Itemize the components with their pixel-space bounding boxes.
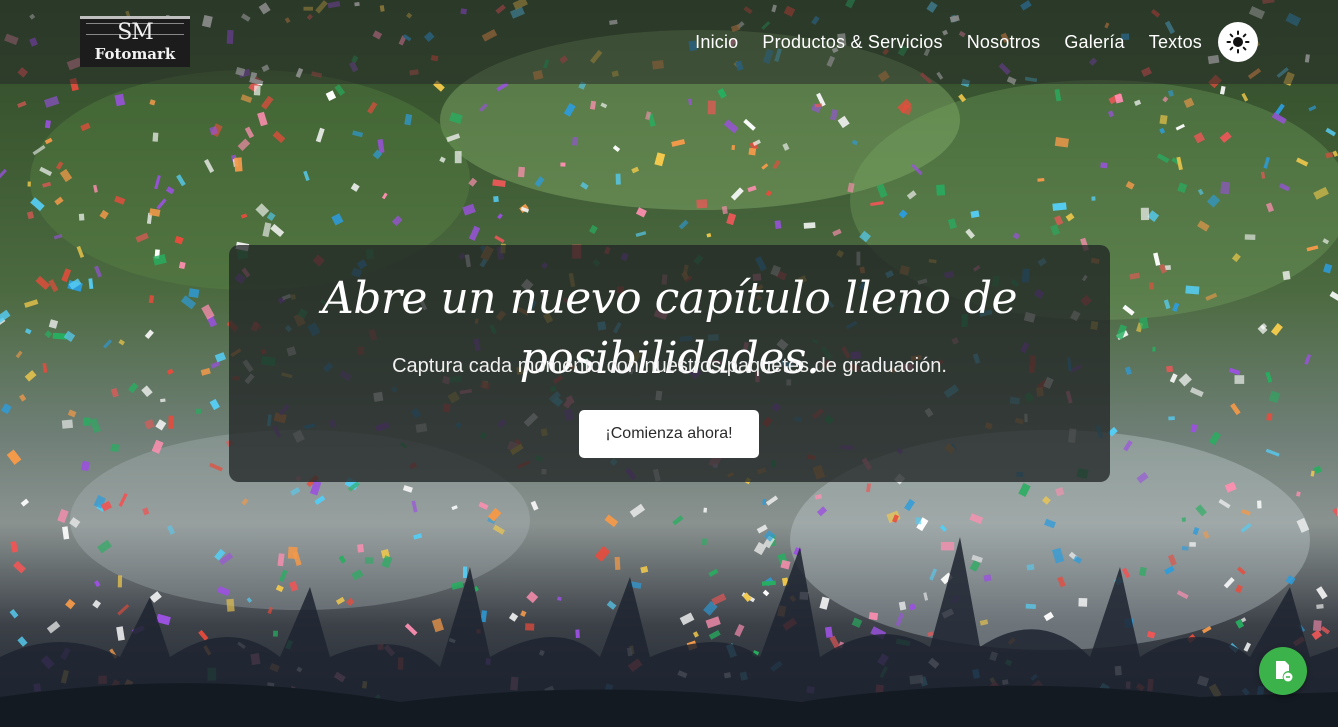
main-navigation: Inicio Productos & Servicios Nosotros Ga… <box>695 29 1202 55</box>
sun-icon <box>1226 30 1250 54</box>
nav-link-inicio[interactable]: Inicio <box>695 29 738 55</box>
hero-card: Abre un nuevo capítulo lleno de posibili… <box>229 245 1110 482</box>
crowd-hands-silhouette <box>0 537 1338 727</box>
hero-subtitle: Captura cada momento con nuestros paquet… <box>392 355 947 377</box>
nav-link-productos-servicios[interactable]: Productos & Servicios <box>762 29 942 55</box>
top-navbar: SM Fotomark Inicio Productos & Servicios… <box>0 0 1338 84</box>
nav-link-galeria[interactable]: Galería <box>1064 29 1124 55</box>
logo-monogram: SM <box>117 20 154 45</box>
theme-toggle-button[interactable] <box>1218 22 1258 62</box>
site-logo[interactable]: SM Fotomark <box>80 16 190 67</box>
chat-widget-button[interactable] <box>1259 647 1307 695</box>
hero-section: SM Fotomark Inicio Productos & Servicios… <box>0 0 1338 727</box>
nav-link-nosotros[interactable]: Nosotros <box>967 29 1041 55</box>
chat-document-icon <box>1276 661 1293 682</box>
logo-wordmark: Fotomark <box>94 45 176 63</box>
get-started-button[interactable]: ¡Comienza ahora! <box>579 410 759 458</box>
nav-link-textos[interactable]: Textos <box>1149 29 1202 55</box>
